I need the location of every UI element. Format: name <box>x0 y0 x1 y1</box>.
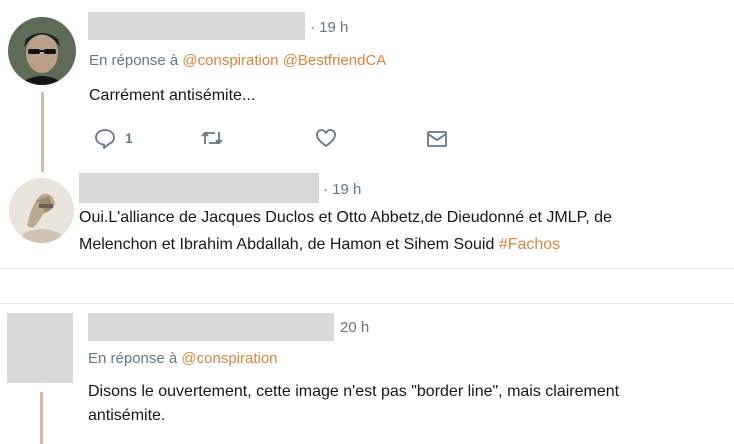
hashtag-fachos[interactable]: #Fachos <box>499 236 560 253</box>
reply-context: En réponse à @conspiration @BestfriendCA <box>89 52 386 69</box>
thread-line <box>40 392 43 444</box>
tweet-text-line-2: antisémite. <box>88 407 166 424</box>
mention-conspiration[interactable]: @conspiration <box>181 350 277 367</box>
tweet-time: · 19 h <box>323 181 362 198</box>
like-icon <box>316 129 336 147</box>
divider <box>0 268 734 269</box>
reply-context: En réponse à @conspiration <box>88 350 278 367</box>
avatar[interactable] <box>9 178 74 243</box>
like-button[interactable] <box>315 128 337 148</box>
retweet-icon <box>201 131 223 145</box>
tweet-text-line-1: Disons le ouvertement, cette image n'est… <box>88 383 620 400</box>
tweet-time: 20 h <box>340 319 370 336</box>
message-button[interactable] <box>426 130 448 148</box>
redacted-username <box>79 173 319 203</box>
reply-button[interactable]: 1 <box>93 127 133 149</box>
mention-bestfriendca[interactable]: @BestfriendCA <box>283 52 387 69</box>
avatar[interactable] <box>8 17 76 85</box>
reply-count: 1 <box>125 130 133 146</box>
message-icon <box>427 131 447 147</box>
thread-line <box>41 92 44 172</box>
reply-prefix: En réponse à <box>89 52 179 69</box>
mention-conspiration[interactable]: @conspiration <box>182 52 278 69</box>
tweet-text: Carrément antisémite... <box>89 87 256 104</box>
divider <box>0 303 734 304</box>
tweet-text-line-2: Melenchon et Ibrahim Abdallah, de Hamon … <box>79 233 560 257</box>
redacted-username <box>88 12 305 40</box>
redacted-username <box>88 313 334 341</box>
reply-icon <box>95 129 115 149</box>
reply-prefix: En réponse à <box>88 350 178 367</box>
retweet-button[interactable] <box>200 128 224 148</box>
tweet-text-line-1: Oui.L'alliance de Jacques Duclos et Otto… <box>79 209 612 226</box>
tweet-text-plain: Melenchon et Ibrahim Abdallah, de Hamon … <box>79 236 499 253</box>
tweet-time: · 19 h <box>310 19 349 36</box>
avatar-redacted[interactable] <box>7 313 73 383</box>
